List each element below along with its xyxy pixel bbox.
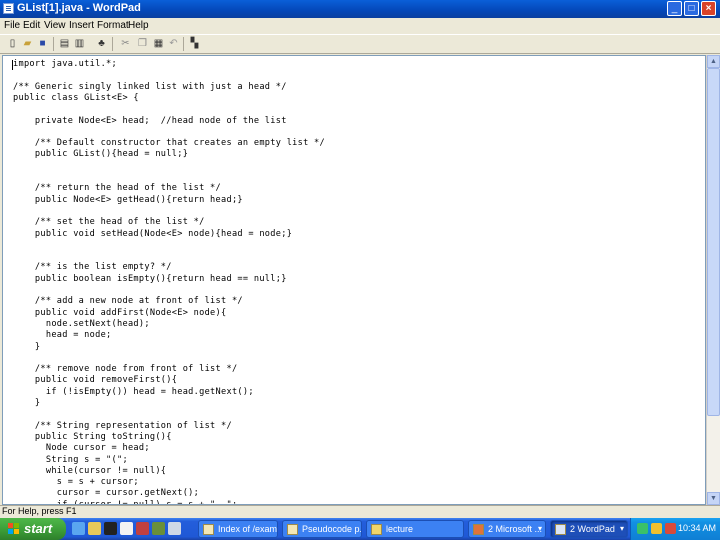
toolbar: ▯ ▰ ■ ▤ ▥ ♣ ✂ ❐ ▦ ↶ ▚ (0, 34, 720, 54)
task-label: 2 WordPad (570, 524, 615, 534)
taskbar-item-pseudocode[interactable]: Pseudocode p... (282, 520, 362, 538)
app-icon[interactable] (168, 522, 181, 535)
task-label: Pseudocode p... (302, 524, 362, 534)
cut-icon[interactable]: ✂ (119, 38, 132, 50)
code-line: cursor = cursor.getNext(); (13, 488, 200, 499)
powerpoint-icon (473, 524, 484, 535)
outlook-icon[interactable] (88, 522, 101, 535)
ie-icon (203, 524, 214, 535)
find-icon[interactable]: ♣ (95, 38, 108, 50)
taskbar-item-powerpoint[interactable]: 2 Microsoft ... ▾ (468, 520, 546, 538)
code-line: private Node<E> head; //head node of the… (13, 115, 287, 126)
system-tray: 10:34 AM (630, 518, 720, 540)
vertical-scrollbar[interactable]: ▲ ▼ (706, 55, 720, 505)
document-text-area[interactable]: import java.util.*; /** Generic singly li… (2, 55, 706, 505)
menu-format[interactable]: Format (97, 20, 129, 31)
group-arrow-icon: ▾ (537, 524, 542, 533)
code-line: /** return the head of the list */ (13, 183, 222, 194)
wordpad-icon (555, 524, 566, 535)
show-desktop-icon[interactable] (152, 522, 165, 535)
media-icon[interactable] (136, 522, 149, 535)
close-button[interactable]: × (701, 1, 716, 16)
menu-help[interactable]: Help (128, 20, 149, 31)
security-icon[interactable] (651, 523, 662, 534)
toolbar-separator (112, 37, 113, 51)
code-line: /** Default constructor that creates an … (13, 138, 326, 149)
scroll-thumb[interactable] (707, 68, 720, 416)
wordpad-window: GList[1].java - WordPad _ □ × File Edit … (0, 0, 720, 518)
title-bar[interactable]: GList[1].java - WordPad _ □ × (0, 0, 720, 18)
copy-icon[interactable]: ❐ (136, 38, 149, 50)
clock: 10:34 AM (677, 523, 716, 533)
print-preview-icon[interactable]: ▥ (73, 38, 86, 50)
menu-view[interactable]: View (44, 20, 66, 31)
status-text: For Help, press F1 (2, 506, 77, 516)
code-line: if (!isEmpty()) head = head.getNext(); (13, 386, 254, 397)
open-folder-icon[interactable]: ▰ (21, 38, 34, 50)
code-line: /** add a new node at front of list */ (13, 296, 243, 307)
code-line: head = node; (13, 330, 112, 341)
folder-icon (371, 524, 382, 535)
code-line: } (13, 341, 41, 352)
code-line: public void addFirst(Node<E> node){ (13, 307, 227, 318)
code-line: public Node<E> getHead(){return head;} (13, 194, 243, 205)
status-bar: For Help, press F1 (0, 505, 720, 518)
windows-logo-icon (8, 523, 21, 535)
code-line: public class GList<E> { (13, 92, 139, 103)
scroll-up-arrow-icon[interactable]: ▲ (707, 55, 720, 68)
save-icon[interactable]: ■ (36, 38, 49, 50)
toolbar-separator (183, 37, 184, 51)
notepad-icon[interactable] (120, 522, 133, 535)
insert-datetime-icon[interactable]: ▚ (188, 38, 201, 50)
paste-icon[interactable]: ▦ (152, 38, 165, 50)
code-line: public String toString(){ (13, 431, 172, 442)
wordpad-app-icon[interactable] (3, 3, 14, 14)
start-button[interactable]: start (0, 518, 66, 540)
antivirus-icon[interactable] (665, 523, 676, 534)
menu-insert[interactable]: Insert (69, 20, 94, 31)
ie-icon[interactable] (72, 522, 85, 535)
code-line: /** remove node from front of list */ (13, 364, 238, 375)
task-label: lecture (386, 524, 414, 534)
taskbar: start Index of /exam... Pseudocode p... … (0, 518, 720, 540)
taskbar-item-lecture[interactable]: lecture (366, 520, 464, 538)
menu-bar: File Edit View Insert Format Help (0, 18, 720, 34)
code-line: /** String representation of list */ (13, 420, 232, 431)
window-title: GList[1].java - WordPad (17, 2, 141, 14)
code-line: node.setNext(head); (13, 318, 150, 329)
menu-file[interactable]: File (4, 20, 20, 31)
maximize-button[interactable]: □ (684, 1, 699, 16)
taskbar-item-wordpad[interactable]: 2 WordPad ▾ (550, 520, 628, 538)
group-arrow-icon: ▾ (619, 524, 624, 533)
code-line: String s = "("; (13, 454, 128, 465)
code-line: /** set the head of the list */ (13, 217, 205, 228)
task-label: 2 Microsoft ... (488, 524, 543, 534)
minimize-button[interactable]: _ (667, 1, 682, 16)
code-line: public void removeFirst(){ (13, 375, 178, 386)
task-label: Index of /exam... (218, 524, 278, 534)
code-line: s = s + cursor; (13, 477, 139, 488)
undo-icon[interactable]: ↶ (167, 38, 180, 50)
new-document-icon[interactable]: ▯ (6, 38, 19, 50)
code-line: public boolean isEmpty(){return head == … (13, 273, 287, 284)
start-label: start (24, 521, 53, 536)
toolbar-separator (53, 37, 54, 51)
code-line: import java.util.*; (13, 59, 118, 69)
network-icon[interactable] (637, 523, 648, 534)
cmd-icon[interactable] (104, 522, 117, 535)
code-line: while(cursor != null){ (13, 465, 167, 476)
document-icon (287, 524, 298, 535)
menu-edit[interactable]: Edit (23, 20, 40, 31)
scroll-down-arrow-icon[interactable]: ▼ (707, 492, 720, 505)
code-line: } (13, 398, 41, 408)
code-line: Node cursor = head; (13, 443, 150, 454)
code-line: /** is the list empty? */ (13, 262, 172, 273)
code-line: public void setHead(Node<E> node){head =… (13, 228, 293, 239)
code-line: /** Generic singly linked list with just… (13, 81, 287, 92)
code-line: public GList(){head = null;} (13, 149, 189, 160)
print-icon[interactable]: ▤ (58, 38, 71, 50)
taskbar-item-ie[interactable]: Index of /exam... (198, 520, 278, 538)
